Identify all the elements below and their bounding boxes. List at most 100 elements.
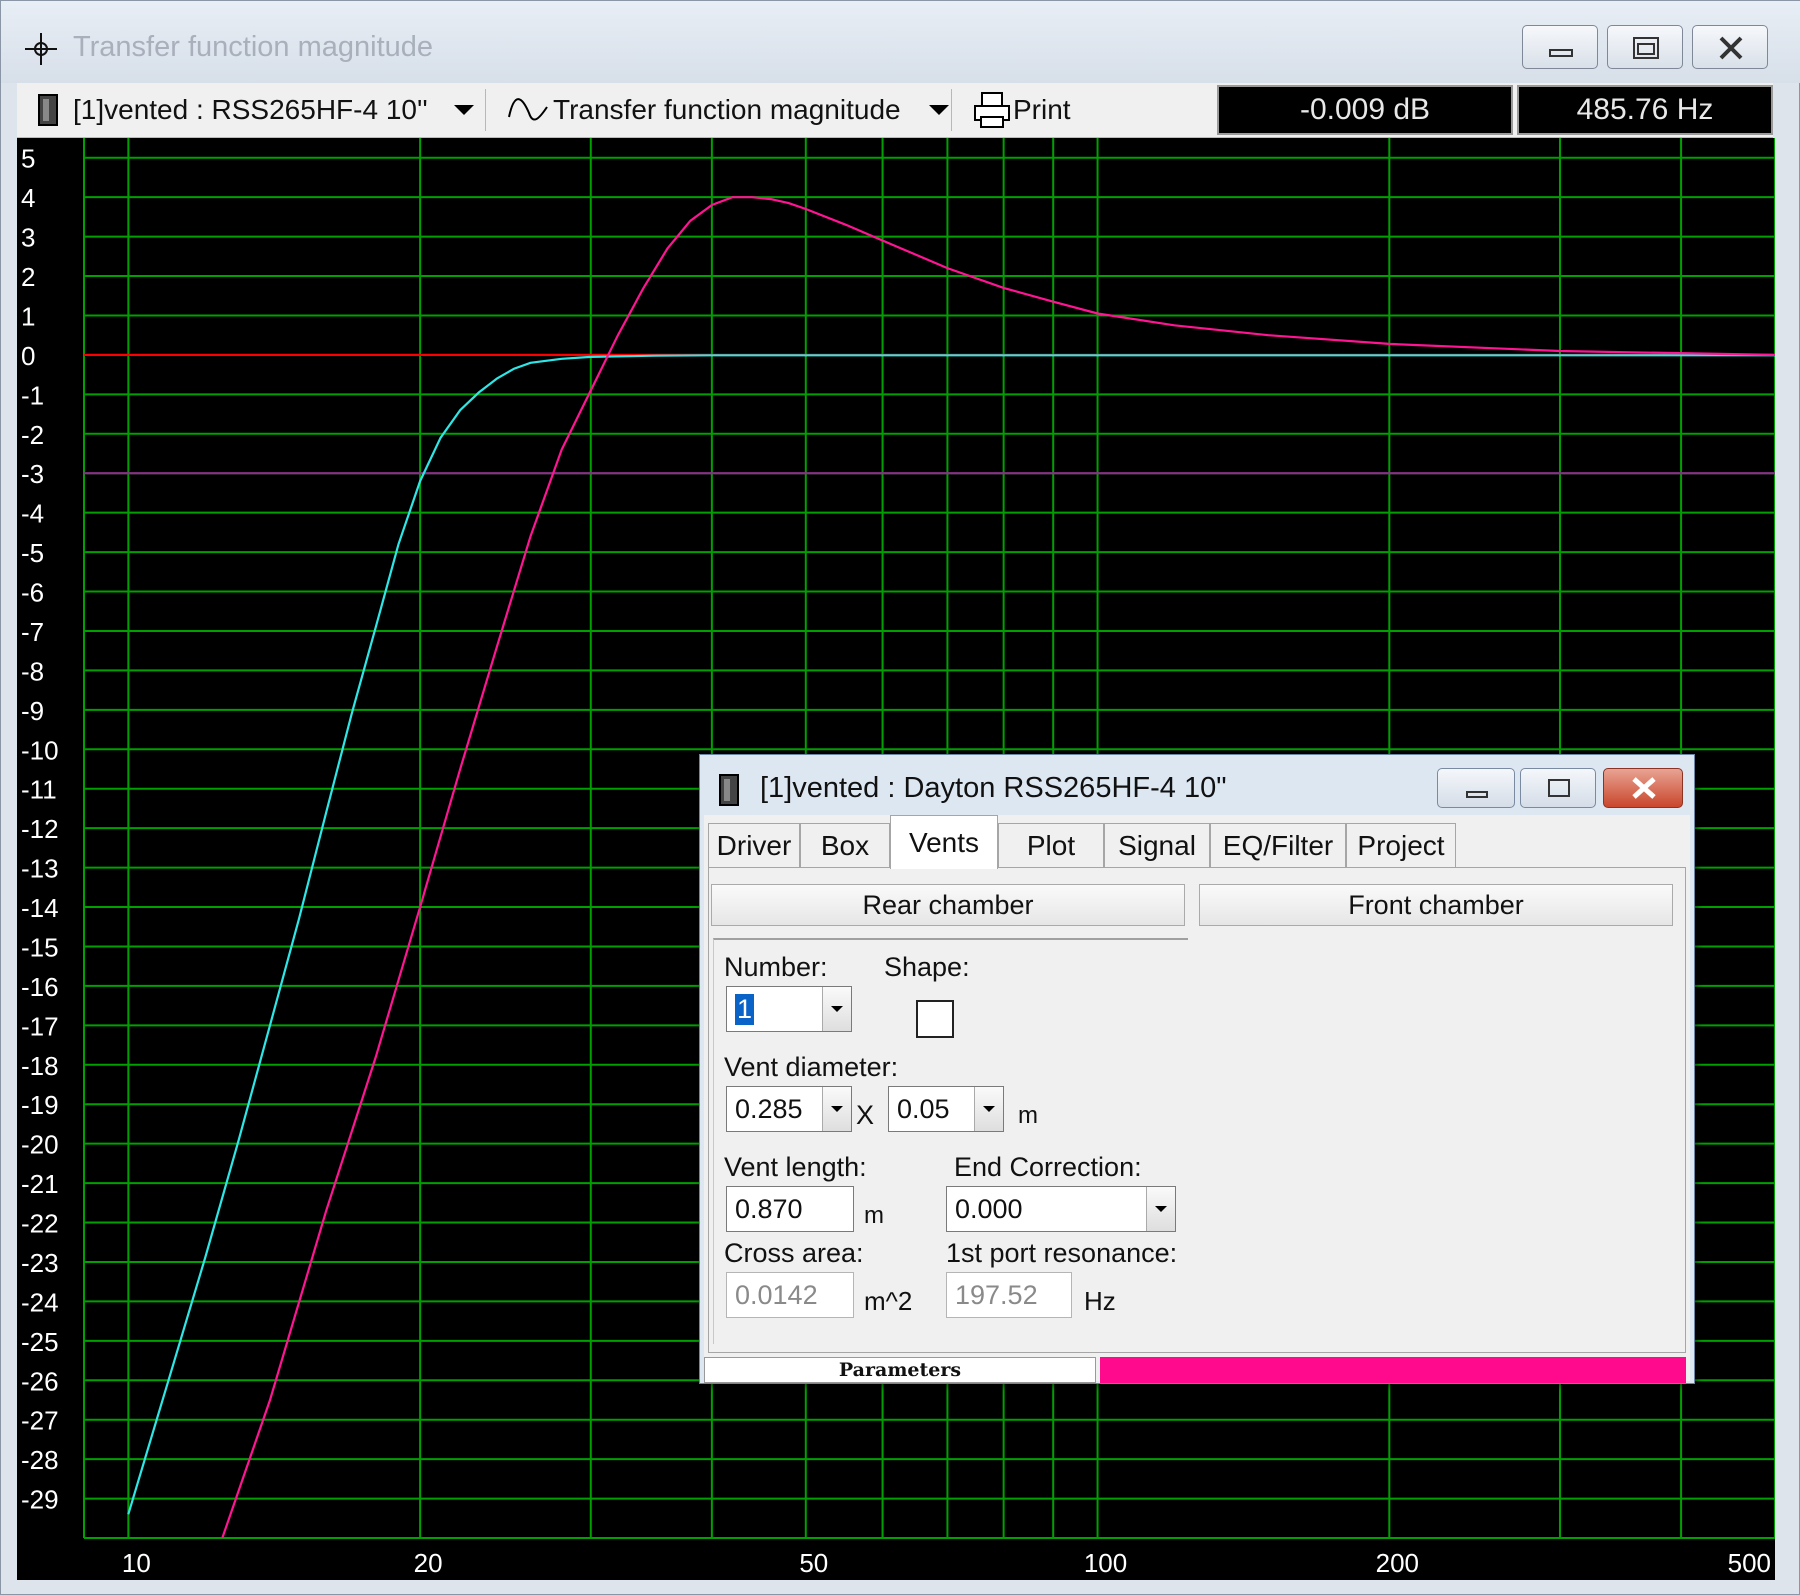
- number-combobox[interactable]: 1: [726, 986, 852, 1032]
- vent-length-input[interactable]: 0.870: [726, 1186, 854, 1232]
- tab-driver[interactable]: Driver: [708, 823, 800, 867]
- x-tick-label: 500: [1728, 1548, 1771, 1578]
- vent-diameter-field-1[interactable]: 0.285: [726, 1086, 852, 1132]
- y-tick-label: 3: [21, 223, 35, 253]
- close-button[interactable]: [1692, 25, 1768, 69]
- minimize-icon: [1466, 791, 1488, 798]
- x-tick-label: 10: [122, 1548, 151, 1578]
- graph-type-dropdown[interactable]: Transfer function magnitude: [507, 83, 951, 137]
- chevron-down-icon[interactable]: [1146, 1187, 1175, 1231]
- port-resonance-value: 197.52: [955, 1279, 1038, 1310]
- tab-eq-filter[interactable]: EQ/Filter: [1210, 823, 1346, 867]
- chevron-down-icon[interactable]: [974, 1087, 1003, 1131]
- y-tick-label: -19: [21, 1090, 59, 1120]
- project-dropdown[interactable]: [1]vented : RSS265HF-4 10'': [37, 83, 476, 137]
- x-tick-label: 20: [414, 1548, 443, 1578]
- db-readout: -0.009 dB: [1217, 85, 1513, 135]
- dialog-minimize-button[interactable]: [1437, 768, 1515, 808]
- y-tick-label: -29: [21, 1485, 59, 1515]
- driver-parameters-dialog: [1]vented : Dayton RSS265HF-4 10" Driver…: [699, 754, 1695, 1384]
- vents-tab-panel: Rear chamber Front chamber Number: Shape…: [708, 867, 1686, 1353]
- dialog-close-button[interactable]: [1603, 768, 1683, 808]
- dialog-body: Driver Box Vents Plot Signal EQ/Filter P…: [704, 815, 1690, 1383]
- front-chamber-button[interactable]: Front chamber: [1199, 884, 1673, 926]
- y-tick-label: 1: [21, 301, 35, 331]
- toolbar: [1]vented : RSS265HF-4 10'' Transfer fun…: [17, 83, 1773, 138]
- end-correction-value: 0.000: [955, 1193, 1023, 1224]
- y-tick-label: -25: [21, 1327, 59, 1357]
- tab-vents[interactable]: Vents: [890, 815, 998, 869]
- y-tick-label: -23: [21, 1248, 59, 1278]
- dialog-maximize-button[interactable]: [1520, 768, 1596, 808]
- chevron-down-icon[interactable]: [822, 987, 851, 1031]
- print-label: Print: [1013, 94, 1071, 125]
- print-button[interactable]: Print: [973, 83, 1071, 137]
- y-tick-label: -10: [21, 735, 59, 765]
- y-tick-label: -7: [21, 617, 44, 647]
- maximize-button[interactable]: [1607, 25, 1683, 69]
- tab-signal[interactable]: Signal: [1104, 823, 1210, 867]
- cross-area-unit: m^2: [864, 1286, 913, 1316]
- y-tick-label: -1: [21, 380, 44, 410]
- main-window: Transfer function magnitude [1]vented : …: [0, 0, 1800, 1595]
- chevron-down-icon: [928, 105, 949, 115]
- y-tick-label: -11: [21, 775, 57, 805]
- y-tick-label: 5: [21, 144, 35, 174]
- tab-plot[interactable]: Plot: [998, 823, 1104, 867]
- y-tick-label: -9: [21, 696, 44, 726]
- chevron-down-icon: [453, 105, 474, 115]
- dialog-status-bar: Parameters: [704, 1353, 1690, 1383]
- minimize-button[interactable]: [1522, 25, 1598, 69]
- y-tick-label: -14: [21, 893, 59, 923]
- x-tick-label: 200: [1376, 1548, 1419, 1578]
- chevron-down-icon[interactable]: [822, 1087, 851, 1131]
- y-tick-label: -16: [21, 972, 59, 1002]
- y-tick-label: -27: [21, 1406, 59, 1436]
- times-symbol: X: [856, 1100, 875, 1130]
- speaker-icon: [719, 774, 739, 806]
- cross-area-label: Cross area:: [724, 1238, 864, 1268]
- y-tick-label: -20: [21, 1130, 59, 1160]
- y-tick-label: -4: [21, 499, 44, 529]
- minimize-icon: [1549, 49, 1573, 57]
- y-tick-label: 2: [21, 262, 35, 292]
- y-tick-label: -13: [21, 854, 59, 884]
- status-color-bar: [1100, 1357, 1686, 1383]
- y-tick-label: -22: [21, 1209, 59, 1239]
- x-tick-label: 50: [799, 1548, 828, 1578]
- port-resonance-field: 197.52: [946, 1272, 1072, 1318]
- project-dropdown-label: [1]vented : RSS265HF-4 10'': [73, 94, 428, 125]
- printer-icon: [974, 92, 1010, 128]
- maximize-icon: [1633, 37, 1659, 59]
- tab-box[interactable]: Box: [800, 823, 890, 867]
- vent-length-label: Vent length:: [724, 1152, 867, 1182]
- close-icon: [1719, 36, 1743, 60]
- tab-project[interactable]: Project: [1346, 823, 1456, 867]
- cross-area-value: 0.0142: [735, 1279, 818, 1310]
- parameters-status-label: Parameters: [704, 1357, 1096, 1383]
- y-tick-label: -6: [21, 578, 44, 608]
- vent-length-value: 0.870: [735, 1193, 803, 1224]
- y-tick-label: 0: [21, 341, 35, 371]
- window-title: Transfer function magnitude: [73, 31, 434, 63]
- y-tick-label: -8: [21, 656, 44, 686]
- vent-diameter-field-2[interactable]: 0.05: [888, 1086, 1004, 1132]
- end-correction-combobox[interactable]: 0.000: [946, 1186, 1176, 1232]
- shape-selector[interactable]: [916, 1000, 954, 1038]
- y-tick-label: -28: [21, 1445, 59, 1475]
- speaker-icon: [38, 94, 58, 126]
- maximize-icon: [1548, 779, 1570, 797]
- cross-area-field: 0.0142: [726, 1272, 854, 1318]
- dialog-title: [1]vented : Dayton RSS265HF-4 10": [760, 772, 1227, 804]
- window-titlebar: Transfer function magnitude: [1, 1, 1800, 83]
- toolbar-separator: [951, 89, 952, 131]
- y-tick-label: -2: [21, 420, 44, 450]
- y-tick-label: -24: [21, 1287, 59, 1317]
- y-tick-label: -26: [21, 1366, 59, 1396]
- y-tick-label: -3: [21, 459, 44, 489]
- y-tick-label: -15: [21, 932, 59, 962]
- y-tick-label: -5: [21, 538, 44, 568]
- waveform-icon: [508, 98, 548, 121]
- rear-chamber-button[interactable]: Rear chamber: [711, 884, 1185, 926]
- number-label: Number:: [724, 952, 828, 982]
